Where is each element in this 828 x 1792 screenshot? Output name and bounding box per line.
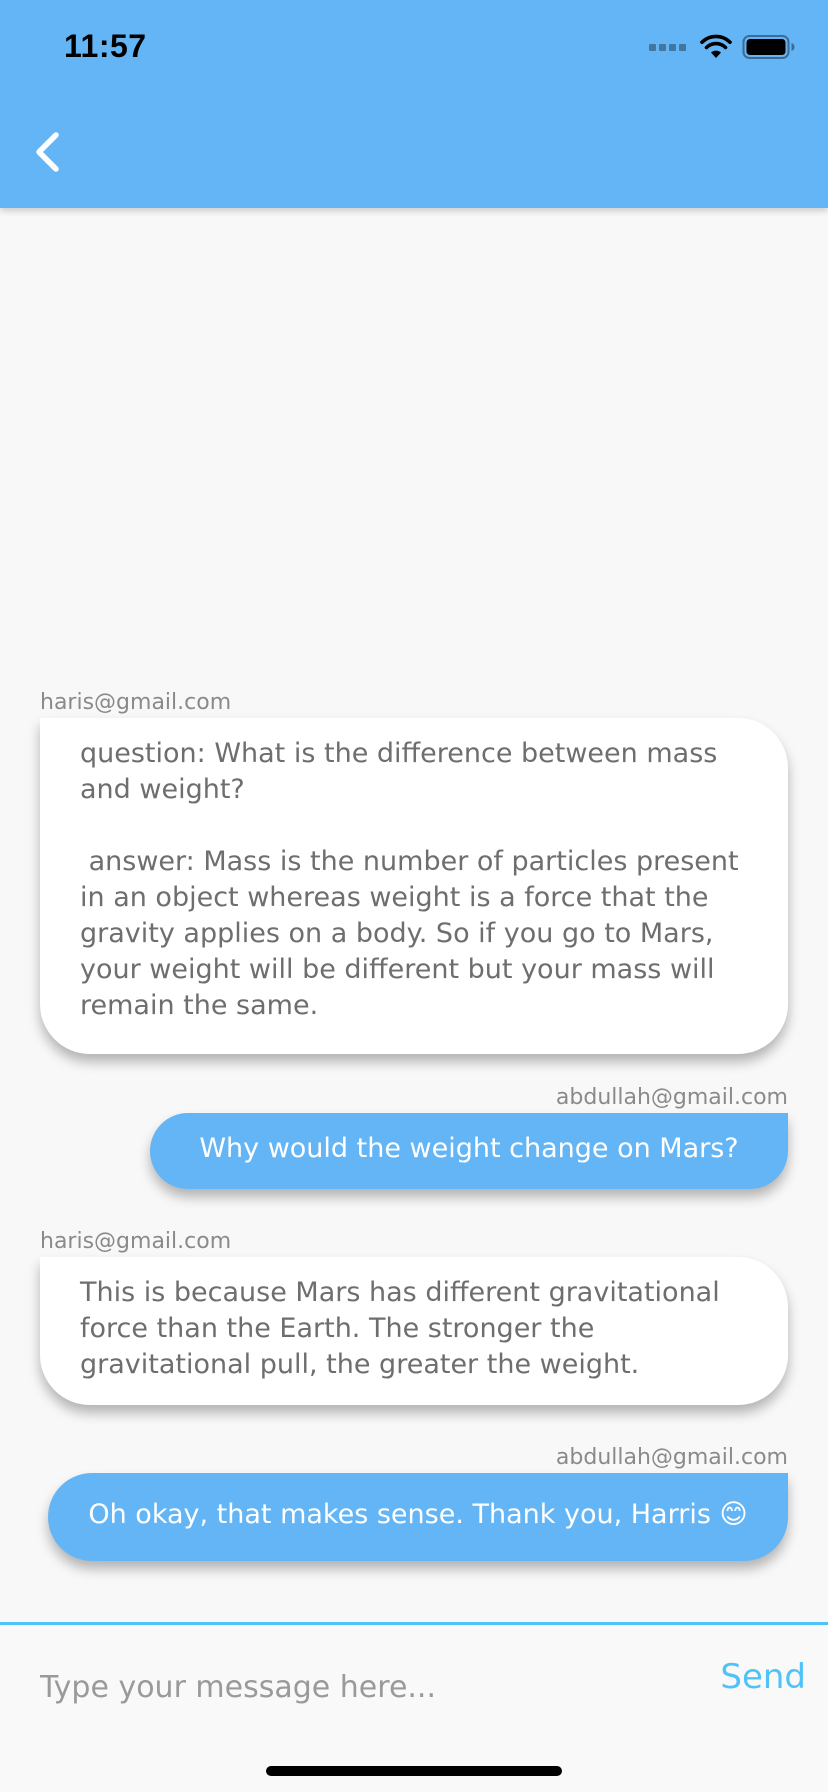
message-sender: haris@gmail.com bbox=[40, 1229, 232, 1254]
incoming-message-bubble: This is because Mars has different gravi… bbox=[40, 1257, 788, 1405]
back-button[interactable] bbox=[22, 124, 72, 180]
wifi-icon bbox=[700, 34, 732, 58]
incoming-message-bubble: question: What is the difference between… bbox=[40, 718, 788, 1054]
message-sender: haris@gmail.com bbox=[40, 690, 232, 715]
app-bar: 11:57 bbox=[0, 0, 828, 208]
home-indicator bbox=[266, 1766, 562, 1776]
status-icons bbox=[649, 34, 796, 60]
message-sender: abdullah@gmail.com bbox=[555, 1085, 788, 1110]
cellular-signal-icon bbox=[649, 43, 686, 51]
send-button[interactable]: Send bbox=[720, 1657, 806, 1697]
outgoing-message-bubble: Why would the weight change on Mars? bbox=[150, 1113, 788, 1189]
outgoing-message-bubble: Oh okay, that makes sense. Thank you, Ha… bbox=[48, 1473, 788, 1561]
battery-icon bbox=[742, 35, 795, 59]
chevron-left-icon bbox=[36, 132, 59, 172]
message-list[interactable]: haris@gmail.com question: What is the di… bbox=[0, 208, 828, 1624]
message-sender: abdullah@gmail.com bbox=[555, 1445, 788, 1470]
message-input[interactable] bbox=[40, 1661, 680, 1713]
status-time: 11:57 bbox=[64, 28, 147, 64]
